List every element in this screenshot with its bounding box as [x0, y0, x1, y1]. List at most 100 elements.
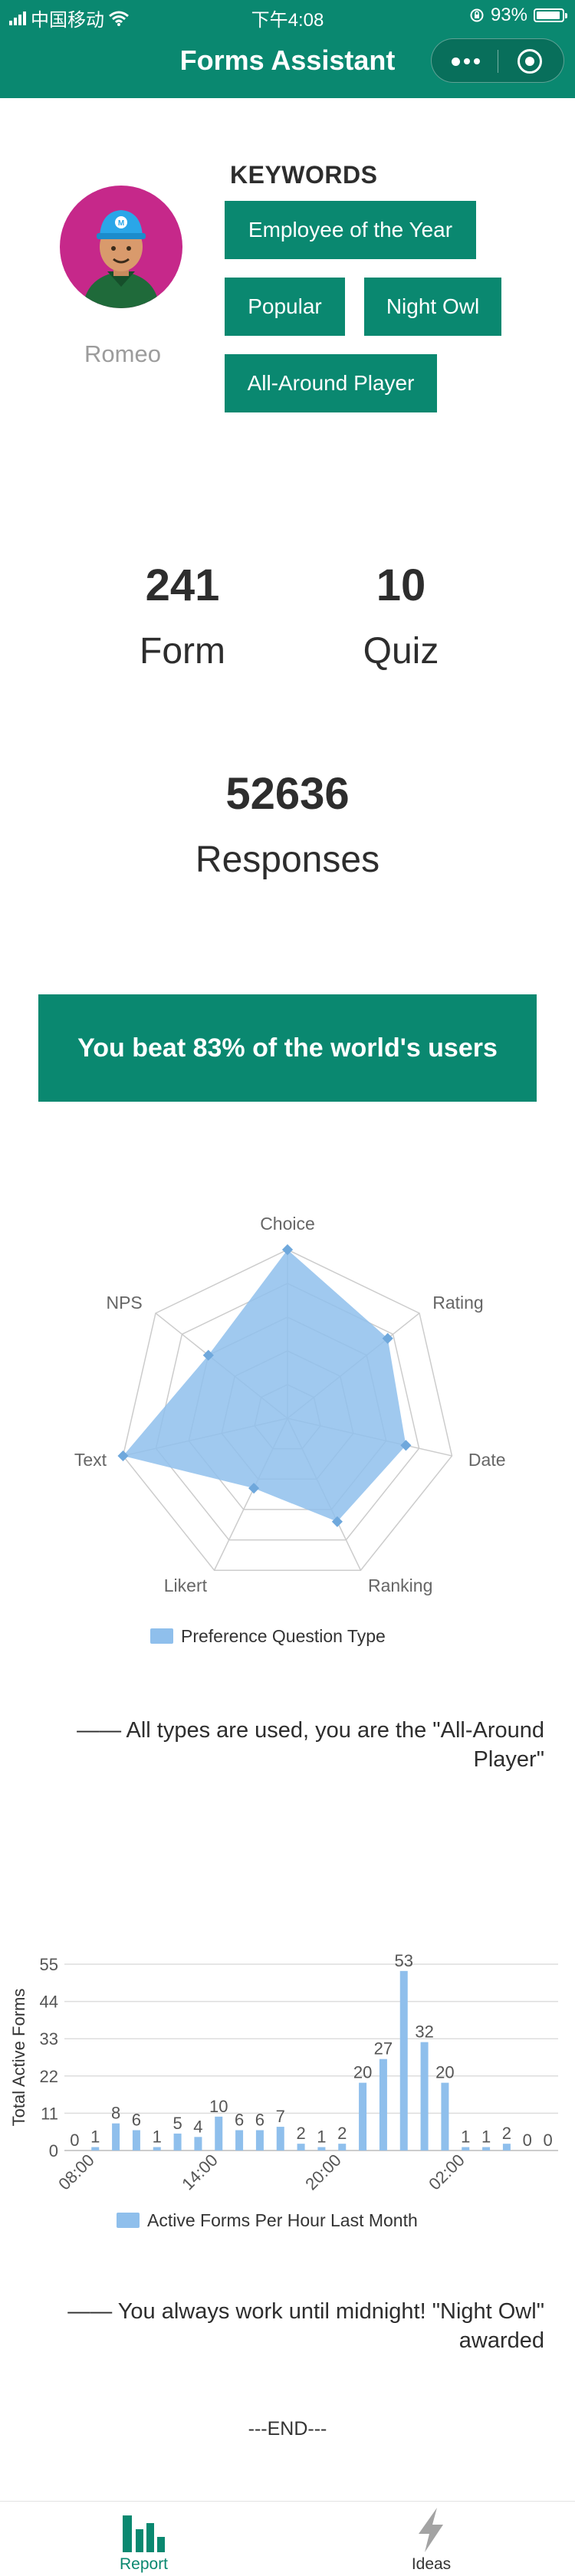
- bar-comment: —— You always work until midnight! "Nigh…: [46, 2297, 544, 2355]
- forms-label: Form: [106, 630, 259, 672]
- bar-value-label: 4: [193, 2117, 202, 2136]
- bar-7: [215, 2117, 222, 2150]
- tab-bar: Report Ideas: [0, 2501, 575, 2576]
- bar-value-label: 20: [353, 2063, 372, 2082]
- bar-value-label: 32: [415, 2022, 433, 2042]
- keyword-tag-all-around-player[interactable]: All-Around Player: [225, 354, 437, 412]
- bar-1: [91, 2147, 99, 2150]
- bar-ytick-label: 44: [40, 1993, 58, 2012]
- battery-icon: [534, 8, 564, 22]
- bar-3: [133, 2130, 140, 2150]
- keywords-title: KEYWORDS: [230, 161, 377, 189]
- bar-legend-swatch: [117, 2213, 140, 2228]
- lightning-icon: [406, 2506, 455, 2554]
- quiz-count: 10: [324, 560, 478, 611]
- bar-10: [277, 2127, 284, 2150]
- bar-4: [153, 2147, 161, 2150]
- bar-13: [338, 2144, 346, 2150]
- bar-value-label: 2: [337, 2124, 347, 2143]
- bar-ylabel: Total Active Forms: [9, 1989, 28, 2127]
- battery-percent: 93%: [491, 5, 527, 26]
- radar-axis-label-choice: Choice: [260, 1214, 315, 1234]
- bar-value-label: 10: [209, 2097, 228, 2116]
- miniprogram-capsule: [431, 38, 564, 83]
- bar-17: [421, 2042, 429, 2150]
- radar-series-area: [123, 1250, 406, 1522]
- bar-21: [503, 2144, 511, 2150]
- bar-value-label: 1: [153, 2128, 162, 2147]
- bar-value-label: 53: [395, 1951, 413, 1970]
- bar-value-label: 2: [296, 2124, 305, 2143]
- username: Romeo: [31, 340, 215, 368]
- bar-value-label: 1: [317, 2128, 326, 2147]
- rank-banner: You beat 83% of the world's users: [38, 994, 537, 1102]
- status-bar: 中国移动 下午4:08 93%: [0, 0, 575, 31]
- radar-legend-label: Preference Question Type: [181, 1626, 386, 1646]
- tab-report[interactable]: Report: [0, 2502, 288, 2576]
- bar-5: [174, 2134, 182, 2150]
- tab-ideas-label: Ideas: [288, 2555, 575, 2574]
- radar-chart: ChoiceRatingDateRankingLikertTextNPSPref…: [0, 1204, 575, 1664]
- tab-ideas[interactable]: Ideas: [288, 2502, 575, 2576]
- avatar: M: [60, 186, 182, 308]
- bar-value-label: 27: [374, 2039, 393, 2058]
- bar-value-label: 0: [70, 2131, 79, 2150]
- radar-legend-swatch: [150, 1628, 173, 1644]
- bar-12: [317, 2147, 325, 2150]
- svg-text:M: M: [118, 219, 124, 228]
- bar-value-label: 6: [235, 2110, 244, 2129]
- bar-ytick-label: 0: [49, 2141, 58, 2160]
- bar-ytick-label: 22: [40, 2067, 58, 2086]
- tab-report-label: Report: [0, 2555, 288, 2574]
- bar-ytick-label: 11: [41, 2104, 58, 2123]
- bar-value-label: 1: [481, 2128, 491, 2147]
- radar-axis-label-text: Text: [74, 1450, 107, 1470]
- bar-value-label: 8: [111, 2104, 120, 2123]
- keyword-tag-employee-of-the-year[interactable]: Employee of the Year: [225, 201, 476, 259]
- radar-legend: Preference Question Type: [150, 1626, 386, 1646]
- bar-value-label: 0: [543, 2131, 552, 2150]
- keyword-tag-night-owl[interactable]: Night Owl: [364, 278, 501, 336]
- radar-axis-label-likert: Likert: [164, 1576, 208, 1595]
- bar-14: [359, 2083, 366, 2150]
- bar-8: [235, 2130, 243, 2150]
- bar-value-label: 1: [461, 2128, 470, 2147]
- bar-value-label: 20: [435, 2063, 454, 2082]
- keyword-tag-popular[interactable]: Popular: [225, 278, 345, 336]
- bar-16: [400, 1971, 408, 2150]
- bar-xtick-label: 02:00: [425, 2150, 468, 2194]
- bar-value-label: 1: [90, 2128, 100, 2147]
- bar-chart: 01122334455Total Active Forms01861541066…: [0, 1932, 575, 2239]
- bar-18: [441, 2083, 449, 2150]
- target-circle-icon[interactable]: [518, 49, 542, 74]
- bar-6: [194, 2137, 202, 2150]
- bar-value-label: 6: [255, 2110, 264, 2129]
- bar-xtick-label: 20:00: [301, 2150, 345, 2194]
- radar-axis-label-ranking: Ranking: [368, 1576, 432, 1595]
- orientation-lock-icon: [469, 8, 485, 23]
- bar-value-label: 7: [276, 2107, 285, 2126]
- top-bar: 中国移动 下午4:08 93% Forms Assistant: [0, 0, 575, 98]
- bar-ytick-label: 33: [40, 2029, 58, 2049]
- bar-legend: Active Forms Per Hour Last Month: [117, 2210, 418, 2230]
- bar-ytick-label: 55: [40, 1955, 58, 1974]
- bar-chart-icon: [119, 2506, 168, 2554]
- radar-axis-label-nps: NPS: [106, 1293, 142, 1313]
- bar-20: [482, 2147, 490, 2150]
- bar-19: [462, 2147, 469, 2150]
- quiz-label: Quiz: [324, 630, 478, 672]
- end-marker: ---END---: [0, 2418, 575, 2440]
- bar-value-label: 5: [172, 2114, 182, 2133]
- radar-comment: —— All types are used, you are the "All-…: [46, 1716, 544, 1774]
- responses-count: 52636: [134, 768, 441, 820]
- bar-value-label: 6: [132, 2110, 141, 2129]
- bar-value-label: 0: [523, 2131, 532, 2150]
- bar-xtick-label: 08:00: [54, 2150, 98, 2194]
- bar-15: [380, 2059, 387, 2150]
- person-avatar-icon: M: [60, 186, 182, 308]
- bar-legend-label: Active Forms Per Hour Last Month: [147, 2210, 418, 2230]
- forms-count: 241: [106, 560, 259, 611]
- radar-axis-label-date: Date: [468, 1450, 506, 1470]
- bar-11: [297, 2144, 305, 2150]
- more-dots-icon[interactable]: [449, 52, 482, 71]
